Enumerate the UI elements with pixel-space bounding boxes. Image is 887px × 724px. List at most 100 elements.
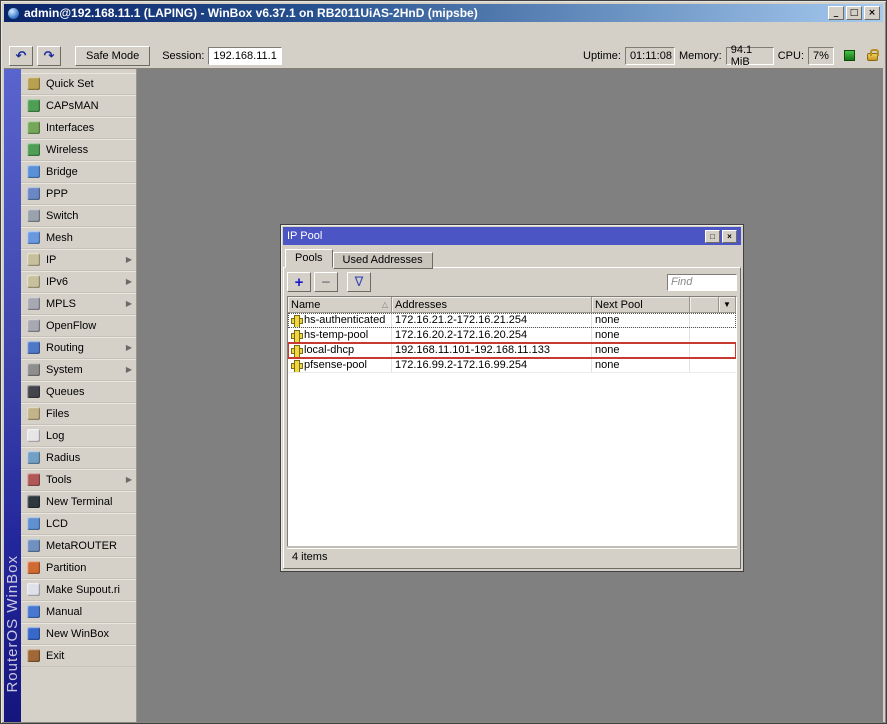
filter-icon[interactable]: ∇ [347, 272, 371, 292]
pool-table: Name △ Addresses Next Pool ▼ [287, 296, 737, 547]
switch-icon [27, 209, 40, 222]
table-row[interactable]: hs-temp-pool 172.16.20.2-172.16.20.254 n… [288, 328, 736, 343]
sidebar-item[interactable]: Routing ▶ [21, 337, 136, 359]
memory-value: 94.1 MiB [726, 47, 774, 65]
sidebar-item[interactable]: Make Supout.rif ▶ [21, 579, 136, 601]
remove-pool-button[interactable]: − [314, 272, 338, 292]
sidebar-item[interactable]: OpenFlow ▶ [21, 315, 136, 337]
routing-icon [27, 341, 40, 354]
table-row[interactable]: local-dhcp 192.168.11.101-192.168.11.133… [288, 343, 736, 358]
capsman-icon [27, 99, 40, 112]
sidebar-item[interactable]: Tools ▶ [21, 469, 136, 491]
sidebar-item[interactable]: LCD ▶ [21, 513, 136, 535]
ip-icon [27, 253, 40, 266]
lcd-icon [27, 517, 40, 530]
close-button[interactable]: × [864, 6, 880, 20]
bridge-icon [27, 165, 40, 178]
column-header-blank [690, 297, 719, 312]
sidebar-item[interactable]: Switch ▶ [21, 205, 136, 227]
sidebar: Quick Set ▶ CAPsMAN ▶ Interfaces ▶ Wirel… [21, 69, 137, 722]
submenu-arrow-icon: ▶ [126, 255, 132, 264]
exit-icon [27, 649, 40, 662]
sidebar-item[interactable]: Wireless ▶ [21, 139, 136, 161]
sidebar-item[interactable]: Manual ▶ [21, 601, 136, 623]
menu-item[interactable] [44, 30, 62, 36]
files-icon [27, 407, 40, 420]
pool-table-body: hs-authenticated 172.16.21.2-172.16.21.2… [288, 313, 736, 546]
partition-icon [27, 561, 40, 574]
session-label: Session: [162, 50, 204, 62]
sidebar-item[interactable]: IPv6 ▶ [21, 271, 136, 293]
ip-pool-maximize-button[interactable]: □ [705, 230, 720, 243]
pool-icon [291, 360, 302, 371]
sidebar-item[interactable]: Partition ▶ [21, 557, 136, 579]
tab-used-addresses[interactable]: Used Addresses [333, 252, 433, 269]
quick-set-icon [27, 77, 40, 90]
secure-session-lock-icon [867, 53, 878, 61]
app-titlebar: admin@192.168.11.1 (LAPING) - WinBox v6.… [4, 4, 883, 22]
find-input[interactable] [667, 274, 737, 291]
ip-pool-title: IP Pool [287, 230, 705, 242]
sidebar-item[interactable]: CAPsMAN ▶ [21, 95, 136, 117]
ip-pool-close-button[interactable]: × [722, 230, 737, 243]
routeros-winbox-brand: RouterOS WinBox [4, 555, 21, 693]
sidebar-item[interactable]: New Terminal ▶ [21, 491, 136, 513]
tab-pools[interactable]: Pools [285, 249, 333, 268]
safe-mode-button[interactable]: Safe Mode [75, 46, 150, 66]
minimize-button[interactable]: _ [828, 6, 844, 20]
sidebar-item[interactable]: MetaROUTER ▶ [21, 535, 136, 557]
log-icon [27, 429, 40, 442]
column-header-name[interactable]: Name △ [288, 297, 392, 312]
sidebar-item[interactable]: Log ▶ [21, 425, 136, 447]
sidebar-item[interactable]: MPLS ▶ [21, 293, 136, 315]
system-icon [27, 363, 40, 376]
column-header-next-pool[interactable]: Next Pool [592, 297, 690, 312]
ip-pool-window: IP Pool □ × Pools Used Addresses + − ∇ N… [280, 224, 744, 572]
brand-stripe: RouterOS WinBox [4, 69, 21, 722]
sidebar-item[interactable]: Exit ▶ [21, 645, 136, 667]
connection-status-icon [844, 50, 855, 61]
sidebar-item[interactable]: Interfaces ▶ [21, 117, 136, 139]
tools-icon [27, 473, 40, 486]
uptime-label: Uptime: [583, 50, 621, 62]
menu-item[interactable] [26, 30, 44, 36]
items-count: 4 items [292, 551, 327, 563]
metarouter-icon [27, 539, 40, 552]
table-row[interactable]: pfsense-pool 172.16.99.2-172.16.99.254 n… [288, 358, 736, 373]
session-field[interactable]: 192.168.11.1 [208, 47, 282, 65]
sidebar-item[interactable]: New WinBox ▶ [21, 623, 136, 645]
add-pool-button[interactable]: + [287, 272, 311, 292]
sidebar-item[interactable]: Radius ▶ [21, 447, 136, 469]
undo-icon[interactable]: ↶ [9, 46, 33, 66]
menu-item[interactable] [8, 30, 26, 36]
chevron-down-icon: ▼ [723, 300, 731, 309]
table-row[interactable]: hs-authenticated 172.16.21.2-172.16.21.2… [288, 313, 736, 328]
interfaces-icon [27, 121, 40, 134]
submenu-arrow-icon: ▶ [126, 277, 132, 286]
ip-pool-titlebar[interactable]: IP Pool □ × [283, 227, 741, 245]
mesh-icon [27, 231, 40, 244]
column-header-addresses[interactable]: Addresses [392, 297, 592, 312]
queues-icon [27, 385, 40, 398]
cpu-label: CPU: [778, 50, 804, 62]
submenu-arrow-icon: ▶ [126, 475, 132, 484]
memory-label: Memory: [679, 50, 722, 62]
sort-asc-icon: △ [382, 300, 388, 309]
sidebar-item[interactable]: Files ▶ [21, 403, 136, 425]
sidebar-item[interactable]: Queues ▶ [21, 381, 136, 403]
sidebar-item[interactable]: System ▶ [21, 359, 136, 381]
sidebar-item[interactable]: Quick Set ▶ [21, 73, 136, 95]
pool-icon [291, 345, 302, 356]
ip-pool-tabs: Pools Used Addresses [283, 245, 741, 267]
toolbar: ↶ ↷ Safe Mode Session: 192.168.11.1 Upti… [4, 43, 883, 69]
openflow-icon [27, 319, 40, 332]
sidebar-item[interactable]: IP ▶ [21, 249, 136, 271]
column-select-dropdown[interactable]: ▼ [719, 297, 736, 312]
sidebar-item[interactable]: PPP ▶ [21, 183, 136, 205]
redo-icon[interactable]: ↷ [37, 46, 61, 66]
sidebar-item[interactable]: Mesh ▶ [21, 227, 136, 249]
sidebar-item[interactable]: Bridge ▶ [21, 161, 136, 183]
pool-icon [291, 315, 302, 326]
app-title: admin@192.168.11.1 (LAPING) - WinBox v6.… [24, 6, 824, 20]
maximize-button[interactable]: □ [846, 6, 862, 20]
